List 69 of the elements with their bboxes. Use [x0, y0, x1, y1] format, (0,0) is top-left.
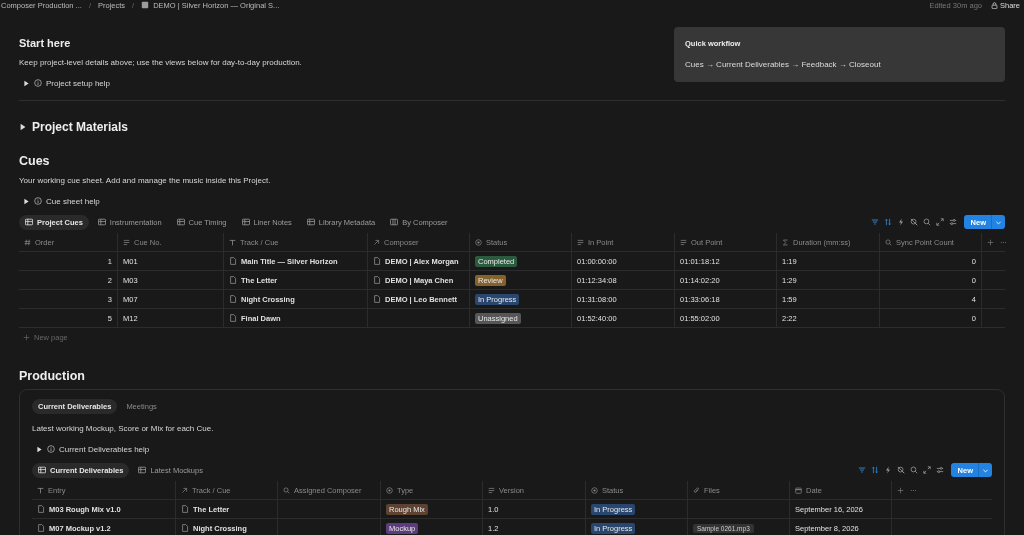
sort-icon[interactable] [870, 466, 879, 474]
settings-icon[interactable] [935, 466, 944, 474]
table-icon [97, 218, 106, 226]
arrow-icon [373, 238, 380, 246]
add-icon[interactable] [897, 486, 904, 494]
toggle-label[interactable]: Current Deliverables help [59, 444, 150, 454]
add-icon[interactable] [987, 238, 994, 246]
page-icon [181, 505, 189, 513]
toggle-arrow-icon[interactable] [23, 197, 30, 205]
status-icon [386, 486, 393, 494]
add-icon [23, 334, 30, 341]
info-icon [34, 197, 42, 205]
section-heading: Cues [19, 154, 51, 168]
text-lines-icon [123, 238, 130, 246]
page-icon [181, 524, 189, 532]
callout-text: Cues → Current Deliverables → Feedback → Closeout [685, 60, 882, 69]
sort-icon[interactable] [883, 218, 892, 226]
lock-icon [991, 1, 998, 9]
info-icon [47, 445, 55, 453]
hide-search-icon[interactable] [896, 466, 905, 474]
table-icon [25, 218, 33, 226]
description-text: Your working cue sheet. Add and manage the music inside this Project. [19, 176, 272, 186]
type-icon [229, 238, 236, 246]
text-lines-icon [488, 486, 495, 494]
board-icon [390, 218, 399, 226]
paperclip-icon [693, 486, 700, 494]
table-icon [176, 218, 185, 226]
search-icon[interactable] [922, 218, 931, 226]
page-icon [229, 257, 237, 265]
formula-icon [782, 238, 789, 246]
page-icon [37, 524, 45, 532]
text-lines-icon [577, 238, 584, 246]
search-icon [885, 238, 892, 246]
page-icon [141, 1, 150, 9]
page-icon [373, 257, 381, 265]
toggle-label[interactable]: Cue sheet help [46, 196, 100, 206]
section-heading: Start here [19, 37, 72, 49]
toggle-arrow-icon[interactable] [23, 79, 30, 87]
type-icon [37, 486, 44, 494]
hide-search-icon[interactable] [909, 218, 918, 226]
page-icon [229, 314, 237, 322]
table-icon [241, 218, 250, 226]
description-text: Keep project-level details above; use the views below for day-to-day production. [19, 58, 302, 68]
page-icon [229, 276, 237, 284]
toggle-arrow-icon[interactable] [36, 445, 43, 453]
settings-icon[interactable] [948, 218, 957, 226]
toggle-heading[interactable]: Project Materials [32, 120, 129, 134]
table-icon [38, 466, 46, 474]
text-lines-icon [680, 238, 687, 246]
status-icon [475, 238, 482, 246]
expand-icon[interactable] [935, 218, 944, 226]
search-icon [283, 486, 290, 494]
page-icon [37, 505, 45, 513]
section-heading: Production [19, 369, 86, 383]
number-icon [24, 238, 31, 246]
arrow-icon [181, 486, 188, 494]
calendar-icon [795, 486, 802, 494]
page-icon [373, 295, 381, 303]
info-icon [34, 79, 42, 87]
description-text: Latest working Mockup, Score or Mix for each Cue. [32, 424, 215, 434]
toggle-label[interactable]: Project setup help [46, 78, 111, 88]
table-icon [138, 466, 147, 474]
search-icon[interactable] [909, 466, 918, 474]
table-icon [306, 218, 315, 226]
status-icon [591, 486, 598, 494]
toggle-arrow-icon[interactable] [19, 123, 27, 131]
expand-icon[interactable] [922, 466, 931, 474]
page-icon [373, 276, 381, 284]
page-icon [229, 295, 237, 303]
